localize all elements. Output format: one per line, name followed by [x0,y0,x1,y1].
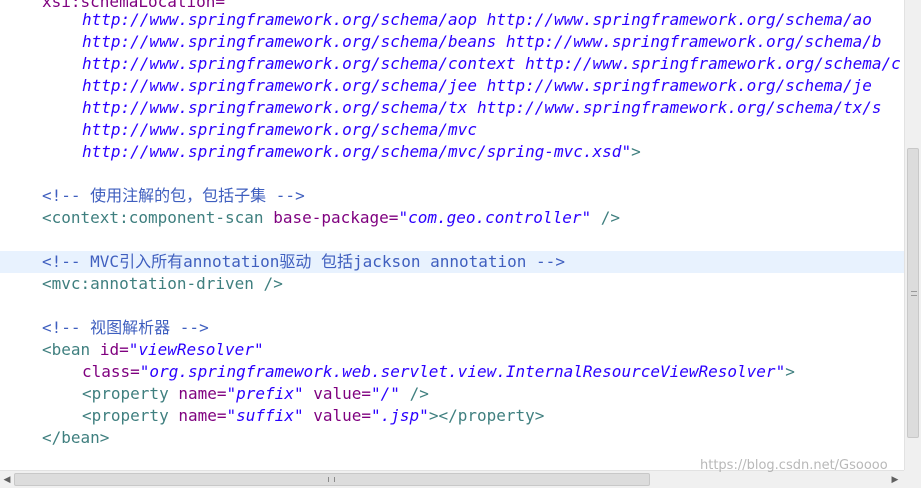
code-line: class="org.springframework.web.servlet.v… [0,361,904,383]
schema-url: http://www.springframework.org/schema/mv… [82,142,632,161]
code-line: <context:component-scan base-package="co… [0,207,904,229]
tag-name: <property [82,406,169,425]
scroll-right-icon[interactable]: ▶ [889,474,901,486]
schema-url: http://www.springframework.org/schema/be… [82,32,497,51]
watermark: https://blog.csdn.net/Gsoooo [700,458,888,473]
tag-name: </bean> [42,428,110,447]
attribute-value: "viewResolver" [128,340,264,359]
tag-name: <mvc:annotation-driven /> [42,274,283,293]
code-line: <bean id="viewResolver" [0,339,904,361]
attribute-name: name= [178,406,227,425]
schema-url: http://www.springframework.org/schema/tx… [476,98,882,117]
tag-bracket: ></property> [428,406,545,425]
vertical-scroll-thumb[interactable] [907,148,919,438]
schema-url: http://www.springframework.org/schema/tx [82,98,468,117]
code-line: </bean> [0,427,904,449]
code-line: <mvc:annotation-driven /> [0,273,904,295]
attribute-name: class= [82,362,140,381]
tag-bracket: /> [409,384,429,403]
schema-url: http://www.springframework.org/schema/je [486,76,872,95]
code-line: <!-- 使用注解的包，包括子集 --> [0,185,904,207]
schema-url: http://www.springframework.org/schema/mv… [82,120,477,139]
schema-url: http://www.springframework.org/schema/b [505,32,882,51]
attribute-name: value= [313,384,372,403]
comment: <!-- MVC引入所有annotation驱动 包括jackson annot… [42,252,565,271]
horizontal-scroll-thumb[interactable] [14,473,650,486]
code-line: http://www.springframework.org/schema/mv… [0,141,904,163]
tag-name: <property [82,384,169,403]
schema-url: http://www.springframework.org/schema/c [525,54,901,73]
code-line: http://www.springframework.org/schema/mv… [0,119,904,141]
code-editor[interactable]: xsi:schemaLocation= http://www.springfra… [0,0,904,470]
attribute-value: "org.springframework.web.servlet.view.In… [139,362,786,381]
grip-icon [911,291,917,296]
attribute-value: "suffix" [226,406,304,425]
code-line: http://www.springframework.org/schema/ao… [0,9,904,31]
attribute-value: "/" [371,384,400,403]
attribute-value: "com.geo.controller" [398,208,592,227]
code-line: http://www.springframework.org/schema/tx… [0,97,904,119]
attribute-name: value= [313,406,372,425]
tag-name: <bean [42,340,91,359]
schema-url: http://www.springframework.org/schema/ao… [82,10,477,29]
tag-bracket: > [631,142,641,161]
scroll-left-icon[interactable]: ◀ [1,474,13,486]
grip-icon [328,477,335,482]
comment: <!-- 使用注解的包，包括子集 --> [42,186,305,205]
tag-name: <context:component-scan [42,208,264,227]
schema-url: http://www.springframework.org/schema/je… [82,76,477,95]
tag-bracket: > [785,362,795,381]
code-line: <!-- 视图解析器 --> [0,317,904,339]
code-line: http://www.springframework.org/schema/je… [0,75,904,97]
schema-url: http://www.springframework.org/schema/co… [82,54,516,73]
attribute-name: id= [99,340,129,359]
code-line: http://www.springframework.org/schema/co… [0,53,904,75]
tag-bracket: /> [600,208,620,227]
current-line-highlight: <!-- MVC引入所有annotation驱动 包括jackson annot… [0,251,904,273]
attribute-value: ".jsp" [371,406,429,425]
code-line: http://www.springframework.org/schema/be… [0,31,904,53]
scrollbar-corner [904,470,921,488]
code-line: <property name="prefix" value="/" /> [0,383,904,405]
vertical-scrollbar[interactable] [904,0,921,470]
attribute-name: name= [178,384,227,403]
schema-url: http://www.springframework.org/schema/ao [486,10,872,29]
attribute-value: "prefix" [226,384,304,403]
code-line: <property name="suffix" value=".jsp"></p… [0,405,904,427]
comment: <!-- 视图解析器 --> [42,318,209,337]
attribute-name: base-package= [273,208,399,227]
